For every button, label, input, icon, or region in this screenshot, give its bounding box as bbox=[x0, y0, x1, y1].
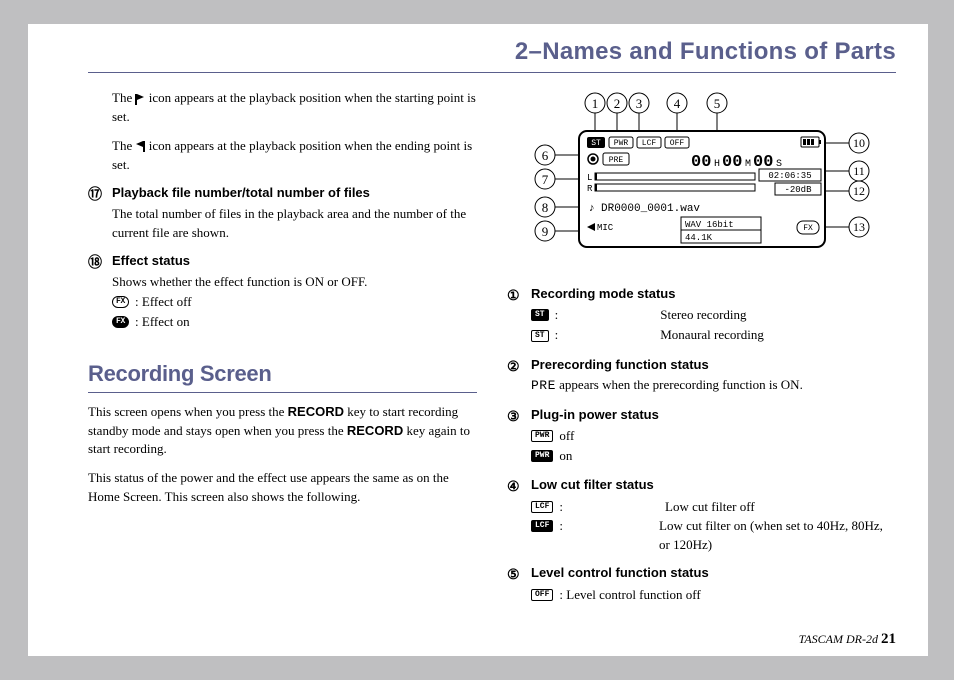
right-column: 1 2 3 4 5 bbox=[507, 89, 896, 615]
svg-text:ST: ST bbox=[591, 139, 601, 148]
num-18: ⑱ bbox=[88, 252, 106, 272]
left-column: The icon appears at the playback positio… bbox=[88, 89, 477, 615]
callout-11: 11 bbox=[853, 164, 865, 178]
callout-13: 13 bbox=[853, 220, 865, 234]
start-flag-icon bbox=[135, 94, 145, 105]
callout-6: 6 bbox=[541, 148, 548, 163]
lcd-time: 00 bbox=[691, 153, 711, 172]
page-footer: TASCAM DR-2d 21 bbox=[799, 631, 896, 648]
callout-10: 10 bbox=[853, 136, 865, 150]
item-3: ③ Plug-in power status PWR off PWR on bbox=[507, 406, 896, 467]
num-17: ⑰ bbox=[88, 184, 106, 204]
svg-text:S: S bbox=[776, 159, 782, 170]
record-key-1: RECORD bbox=[288, 404, 344, 419]
lcd-file: DR0000_0001.wav bbox=[601, 203, 700, 215]
callout-5: 5 bbox=[713, 96, 720, 111]
page-header: 2–Names and Functions of Parts bbox=[88, 38, 896, 73]
svg-text:00: 00 bbox=[722, 153, 742, 172]
section-recording-screen: Recording Screen bbox=[88, 358, 477, 393]
callout-9: 9 bbox=[541, 224, 548, 239]
lcf-off-icon: LCF bbox=[531, 501, 553, 513]
fx-off-icon: FX bbox=[112, 296, 129, 308]
fx-on-line: FX : Effect on bbox=[112, 312, 477, 332]
item-17: ⑰ Playback file number/total number of f… bbox=[88, 184, 477, 242]
item-5: ⑤ Level control function status OFF : Le… bbox=[507, 564, 896, 604]
callout-4: 4 bbox=[673, 96, 680, 111]
content-columns: The icon appears at the playback positio… bbox=[88, 89, 896, 615]
lcd-fx: FX bbox=[803, 224, 813, 233]
body-17: The total number of files in the playbac… bbox=[112, 205, 477, 243]
svg-text:OFF: OFF bbox=[669, 139, 684, 148]
callout-1: 1 bbox=[591, 96, 598, 111]
para-end-flag: The icon appears at the playback positio… bbox=[112, 137, 477, 175]
svg-text:L: L bbox=[587, 173, 592, 183]
end-flag-icon bbox=[135, 141, 145, 152]
lcd-clock: 02:06:35 bbox=[768, 171, 811, 181]
title-17: Playback file number/total number of fil… bbox=[112, 184, 370, 203]
st-dark-icon: ST bbox=[531, 309, 549, 321]
lcd-pre: PRE bbox=[608, 156, 623, 165]
item-2: ② Prerecording function status PRE appea… bbox=[507, 356, 896, 396]
svg-text:PWR: PWR bbox=[613, 139, 628, 148]
fx-on-icon: FX bbox=[112, 316, 129, 328]
para-start-flag: The icon appears at the playback positio… bbox=[112, 89, 477, 127]
callout-8: 8 bbox=[541, 200, 548, 215]
off-icon: OFF bbox=[531, 589, 553, 601]
svg-text:LCF: LCF bbox=[641, 139, 656, 148]
manual-page: 2–Names and Functions of Parts The icon … bbox=[28, 24, 928, 656]
lcd-db: -20dB bbox=[784, 185, 812, 195]
para-record-1: This screen opens when you press the REC… bbox=[88, 403, 477, 460]
callout-7: 7 bbox=[541, 172, 548, 187]
title-18: Effect status bbox=[112, 252, 190, 271]
pwr-off-icon: PWR bbox=[531, 430, 553, 442]
st-light-icon: ST bbox=[531, 330, 549, 342]
pwr-on-icon: PWR bbox=[531, 450, 553, 462]
item-18: ⑱ Effect status Shows whether the effect… bbox=[88, 252, 477, 331]
lcd-mic: MIC bbox=[597, 223, 614, 233]
svg-text:R: R bbox=[587, 184, 593, 194]
body-18: Shows whether the effect function is ON … bbox=[112, 273, 477, 292]
svg-text:H: H bbox=[714, 159, 720, 170]
svg-text:♪: ♪ bbox=[589, 202, 595, 214]
item-1: ① Recording mode status ST : Stereo reco… bbox=[507, 285, 896, 346]
fx-off-line: FX : Effect off bbox=[112, 292, 477, 312]
svg-text:M: M bbox=[745, 159, 751, 170]
callout-3: 3 bbox=[635, 96, 642, 111]
callout-12: 12 bbox=[853, 184, 865, 198]
lcd-diagram: 1 2 3 4 5 bbox=[517, 89, 887, 271]
record-key-2: RECORD bbox=[347, 423, 403, 438]
lcd-fmt: WAV 16bit bbox=[685, 220, 734, 230]
callout-2: 2 bbox=[613, 96, 620, 111]
lcf-on-icon: LCF bbox=[531, 520, 553, 532]
lcd-rate: 44.1K bbox=[685, 233, 713, 243]
item-4: ④ Low cut filter status LCF : Low cut fi… bbox=[507, 476, 896, 554]
para-record-2: This status of the power and the effect … bbox=[88, 469, 477, 507]
